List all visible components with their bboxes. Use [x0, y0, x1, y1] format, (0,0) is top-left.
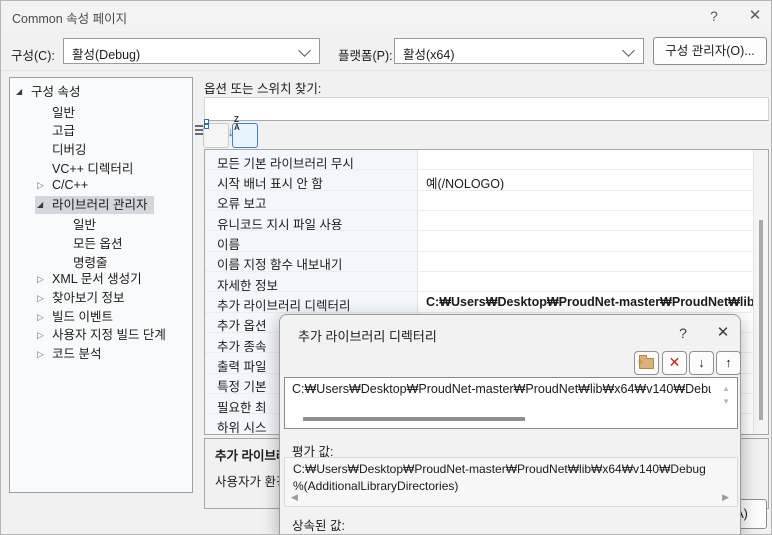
tree-collapsed-arrow-icon[interactable]: ▷ — [37, 308, 52, 327]
tree-item[interactable]: 명령줄 — [10, 250, 192, 269]
popup-title: 추가 라이브러리 디렉터리 — [298, 326, 437, 345]
property-name: 이름 지정 함수 내보내기 — [205, 252, 418, 271]
property-name: 추가 라이브러리 디렉터리 — [205, 292, 418, 311]
tree-expanded-arrow-icon[interactable]: ◢ — [16, 83, 31, 102]
tree-item[interactable]: ▷XML 문서 생성기 — [10, 269, 192, 288]
evaluated-value-box: C:₩Users₩Desktop₩ProudNet-master₩ProudNe… — [284, 457, 738, 507]
tree-item-label: 빌드 이벤트 — [52, 308, 113, 327]
platform-value: 활성(x64) — [403, 44, 454, 63]
scroll-down-icon[interactable]: ▼ — [722, 397, 730, 406]
property-value[interactable] — [418, 231, 754, 250]
evaluated-value-line1: C:₩Users₩Desktop₩ProudNet-master₩ProudNe… — [293, 462, 731, 476]
tree-collapsed-arrow-icon[interactable]: ▷ — [37, 326, 52, 345]
categorized-view-button[interactable] — [203, 123, 229, 148]
configuration-dropdown[interactable]: 활성(Debug) — [63, 38, 320, 64]
tree-item-label: 구성 속성 — [31, 83, 80, 102]
property-row[interactable]: 추가 라이브러리 디렉터리C:₩Users₩Desktop₩ProudNet-m… — [205, 292, 754, 312]
tree-item[interactable]: 고급 — [10, 119, 192, 138]
chevron-down-icon — [298, 44, 311, 57]
chevron-down-icon — [622, 44, 635, 57]
window-title: Common 속성 페이지 — [12, 8, 127, 27]
scroll-up-icon[interactable]: ▲ — [722, 384, 730, 393]
tree-item[interactable]: 모든 옵션 — [10, 231, 192, 250]
property-row[interactable]: 시작 배너 표시 안 함예(/NOLOGO) — [205, 170, 754, 190]
arrow-up-icon: ↑ — [725, 355, 732, 370]
property-name: 모든 기본 라이브러리 무시 — [205, 150, 418, 169]
property-value[interactable] — [418, 191, 754, 210]
tree-item[interactable]: ◢구성 속성 — [10, 81, 192, 100]
platform-dropdown[interactable]: 활성(x64) — [394, 38, 644, 64]
tree-item[interactable]: ◢라이브러리 관리자 — [10, 194, 192, 213]
property-value[interactable] — [418, 272, 754, 291]
property-name: 오류 보고 — [205, 191, 418, 210]
scrollbar-thumb[interactable] — [759, 220, 763, 420]
property-row[interactable]: 유니코드 지시 파일 사용 — [205, 211, 754, 231]
configuration-label: 구성(C): — [11, 45, 55, 64]
configuration-manager-button[interactable]: 구성 관리자(O)... — [653, 37, 767, 65]
tree-item-label: 사용자 지정 빌드 단계 — [52, 326, 166, 345]
tree-collapsed-arrow-icon[interactable]: ▷ — [37, 176, 52, 195]
property-row[interactable]: 자세한 정보 — [205, 272, 754, 292]
search-input[interactable] — [204, 97, 769, 121]
horizontal-scrollbar-thumb[interactable] — [303, 417, 525, 421]
header-separator — [1, 70, 772, 71]
tree-item-label: 라이브러리 관리자 — [52, 196, 147, 215]
tree-item[interactable]: ▷사용자 지정 빌드 단계 — [10, 325, 192, 344]
evaluated-value-line2: %(AdditionalLibraryDirectories) — [293, 479, 458, 493]
property-row[interactable]: 오류 보고 — [205, 191, 754, 211]
help-button[interactable]: ? — [698, 4, 730, 28]
tree-item[interactable]: 디버깅 — [10, 137, 192, 156]
property-name: 자세한 정보 — [205, 272, 418, 291]
tree-item-label: 찾아보기 정보 — [52, 289, 124, 308]
property-row[interactable]: 모든 기본 라이브러리 무시 — [205, 150, 754, 170]
tree-item-label: XML 문서 생성기 — [52, 270, 142, 289]
property-name: 유니코드 지시 파일 사용 — [205, 211, 418, 230]
property-name: 시작 배너 표시 안 함 — [205, 170, 418, 189]
tree-item[interactable]: ▷찾아보기 정보 — [10, 288, 192, 307]
directory-path-text[interactable]: C:₩Users₩Desktop₩ProudNet-master₩ProudNe… — [292, 382, 711, 396]
property-value[interactable] — [418, 211, 754, 230]
tree-item[interactable]: 일반 — [10, 213, 192, 232]
config-tree[interactable]: ◢구성 속성일반고급디버깅VC++ 디렉터리▷C/C++◢라이브러리 관리자일반… — [9, 77, 193, 493]
additional-library-directories-dialog: 추가 라이브러리 디렉터리 ? ✕ ✳ ✕ ↓ ↑ C:₩Users₩Deskt… — [279, 314, 741, 535]
tree-expanded-arrow-icon[interactable]: ◢ — [37, 196, 52, 215]
popup-close-button[interactable]: ✕ — [708, 321, 738, 345]
platform-label: 플랫폼(P): — [338, 45, 393, 64]
search-label: 옵션 또는 스위치 찾기: — [204, 78, 321, 97]
property-row[interactable]: 이름 지정 함수 내보내기 — [205, 252, 754, 272]
delete-x-icon: ✕ — [669, 354, 681, 370]
property-value[interactable]: C:₩Users₩Desktop₩ProudNet-master₩ProudNe… — [418, 292, 754, 311]
sort-alphabetical-button[interactable]: A Z ↓ — [232, 123, 258, 148]
new-line-button[interactable]: ✳ — [634, 351, 659, 375]
tree-item[interactable]: ▷빌드 이벤트 — [10, 307, 192, 326]
close-button[interactable]: ✕ — [739, 4, 771, 28]
delete-button[interactable]: ✕ — [662, 351, 687, 375]
scroll-left-icon[interactable]: ◀ — [291, 492, 298, 503]
tree-collapsed-arrow-icon[interactable]: ▷ — [37, 270, 52, 289]
arrow-down-icon: ↓ — [698, 355, 705, 370]
tree-collapsed-arrow-icon[interactable]: ▷ — [37, 345, 52, 364]
tree-item-label: 코드 분석 — [52, 345, 101, 364]
tree-item[interactable]: ▷코드 분석 — [10, 344, 192, 363]
new-folder-icon: ✳ — [639, 358, 654, 369]
tree-item-label: C/C++ — [52, 176, 88, 195]
move-down-button[interactable]: ↓ — [689, 351, 714, 375]
property-value[interactable]: 예(/NOLOGO) — [418, 170, 754, 189]
popup-help-button[interactable]: ? — [668, 321, 698, 345]
directories-edit-box[interactable]: C:₩Users₩Desktop₩ProudNet-master₩ProudNe… — [284, 377, 738, 429]
property-value[interactable] — [418, 252, 754, 271]
property-row[interactable]: 이름 — [205, 231, 754, 251]
vertical-scrollbar[interactable] — [753, 150, 768, 434]
tree-collapsed-arrow-icon[interactable]: ▷ — [37, 289, 52, 308]
inherited-values-label: 상속된 값: — [292, 515, 345, 534]
tree-item[interactable]: 일반 — [10, 100, 192, 119]
property-name: 이름 — [205, 231, 418, 250]
tree-item[interactable]: VC++ 디렉터리 — [10, 156, 192, 175]
move-up-button[interactable]: ↑ — [716, 351, 741, 375]
properties-dialog: Common 속성 페이지 ? ✕ 구성(C): 활성(Debug) 플랫폼(P… — [0, 0, 772, 535]
scroll-right-icon[interactable]: ▶ — [722, 492, 729, 503]
configuration-value: 활성(Debug) — [72, 44, 140, 63]
property-value[interactable] — [418, 150, 754, 169]
window-titlebar: Common 속성 페이지 ? ✕ — [1, 1, 771, 31]
